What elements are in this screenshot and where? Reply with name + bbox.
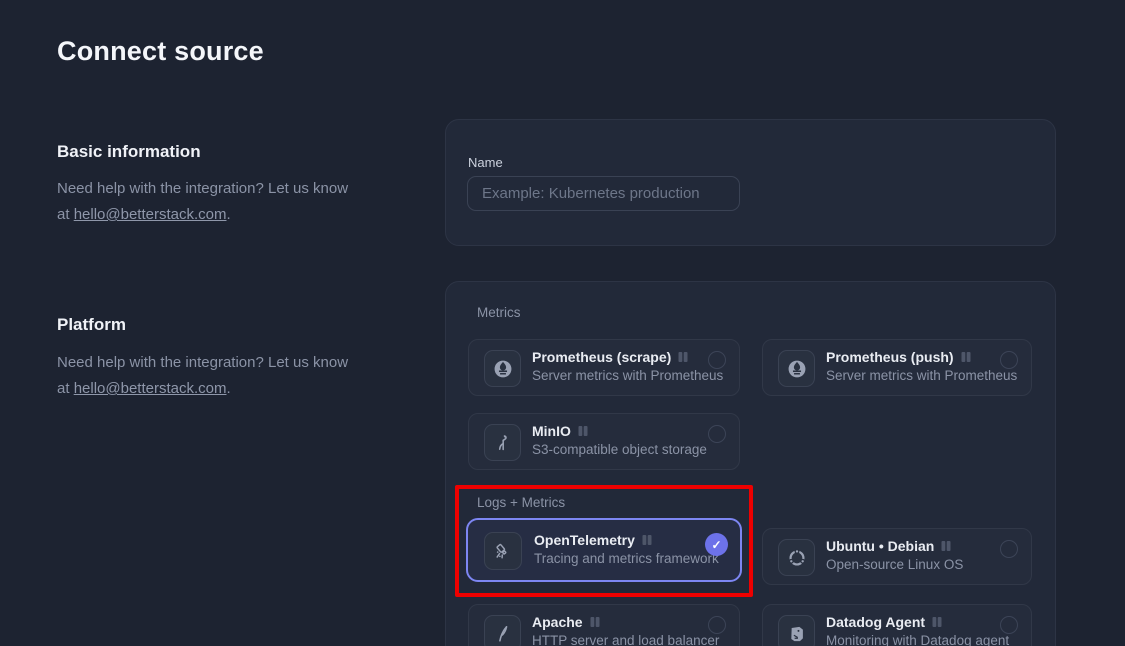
- name-field-label: Name: [468, 155, 503, 170]
- platform-heading: Platform: [57, 315, 126, 335]
- docs-icon[interactable]: [931, 616, 943, 628]
- basic-information-help-text: Need help with the integration? Let us k…: [57, 176, 362, 228]
- tile-title: Prometheus (scrape): [532, 349, 671, 365]
- platform-tile-minio[interactable]: MinIO S3-compatible object storage: [468, 413, 740, 470]
- tile-subtitle: HTTP server and load balancer: [532, 633, 719, 646]
- platform-tile-opentelemetry[interactable]: OpenTelemetry Tracing and metrics framew…: [466, 518, 742, 582]
- platform-tile-prometheus-scrape[interactable]: Prometheus (scrape) Server metrics with …: [468, 339, 740, 396]
- docs-icon[interactable]: [940, 540, 952, 552]
- platform-help-text: Need help with the integration? Let us k…: [57, 350, 362, 402]
- docs-icon[interactable]: [589, 616, 601, 628]
- tile-title: MinIO: [532, 423, 571, 439]
- prometheus-icon: [778, 350, 815, 387]
- tile-subtitle: Tracing and metrics framework: [534, 551, 719, 566]
- metrics-group-label: Metrics: [477, 305, 521, 320]
- selected-check-icon: ✓: [705, 533, 728, 556]
- apache-icon: [484, 615, 521, 646]
- help-text-suffix: .: [226, 380, 230, 397]
- docs-icon[interactable]: [960, 351, 972, 363]
- docs-icon[interactable]: [677, 351, 689, 363]
- support-email-link[interactable]: hello@betterstack.com: [74, 206, 227, 223]
- tile-radio[interactable]: [1000, 616, 1018, 634]
- docs-icon[interactable]: [577, 425, 589, 437]
- name-input[interactable]: [467, 176, 740, 211]
- tile-title: OpenTelemetry: [534, 532, 635, 548]
- tile-title: Datadog Agent: [826, 614, 925, 630]
- tile-title: Ubuntu • Debian: [826, 538, 934, 554]
- minio-icon: [484, 424, 521, 461]
- tile-title: Apache: [532, 614, 583, 630]
- ubuntu-icon: [778, 539, 815, 576]
- tile-radio[interactable]: [708, 425, 726, 443]
- platform-tile-apache[interactable]: Apache HTTP server and load balancer: [468, 604, 740, 646]
- tile-subtitle: Monitoring with Datadog agent: [826, 633, 1009, 646]
- platform-tile-ubuntu-debian[interactable]: Ubuntu • Debian Open-source Linux OS: [762, 528, 1032, 585]
- tile-radio[interactable]: [708, 616, 726, 634]
- tile-radio[interactable]: [1000, 351, 1018, 369]
- prometheus-icon: [484, 350, 521, 387]
- tile-subtitle: Server metrics with Prometheus: [532, 368, 723, 383]
- support-email-link[interactable]: hello@betterstack.com: [74, 380, 227, 397]
- datadog-icon: [778, 615, 815, 646]
- tile-title: Prometheus (push): [826, 349, 954, 365]
- tile-subtitle: Open-source Linux OS: [826, 557, 963, 572]
- tile-radio[interactable]: [708, 351, 726, 369]
- basic-information-heading: Basic information: [57, 142, 201, 162]
- platform-tile-datadog-agent[interactable]: Datadog Agent Monitoring with Datadog ag…: [762, 604, 1032, 646]
- logs-metrics-group-label: Logs + Metrics: [477, 495, 565, 510]
- help-text-suffix: .: [226, 206, 230, 223]
- page-title: Connect source: [57, 36, 264, 67]
- platform-tile-prometheus-push[interactable]: Prometheus (push) Server metrics with Pr…: [762, 339, 1032, 396]
- tile-radio[interactable]: [1000, 540, 1018, 558]
- docs-icon[interactable]: [641, 534, 653, 546]
- tile-subtitle: Server metrics with Prometheus: [826, 368, 1017, 383]
- opentelemetry-icon: [484, 532, 522, 570]
- tile-subtitle: S3-compatible object storage: [532, 442, 707, 457]
